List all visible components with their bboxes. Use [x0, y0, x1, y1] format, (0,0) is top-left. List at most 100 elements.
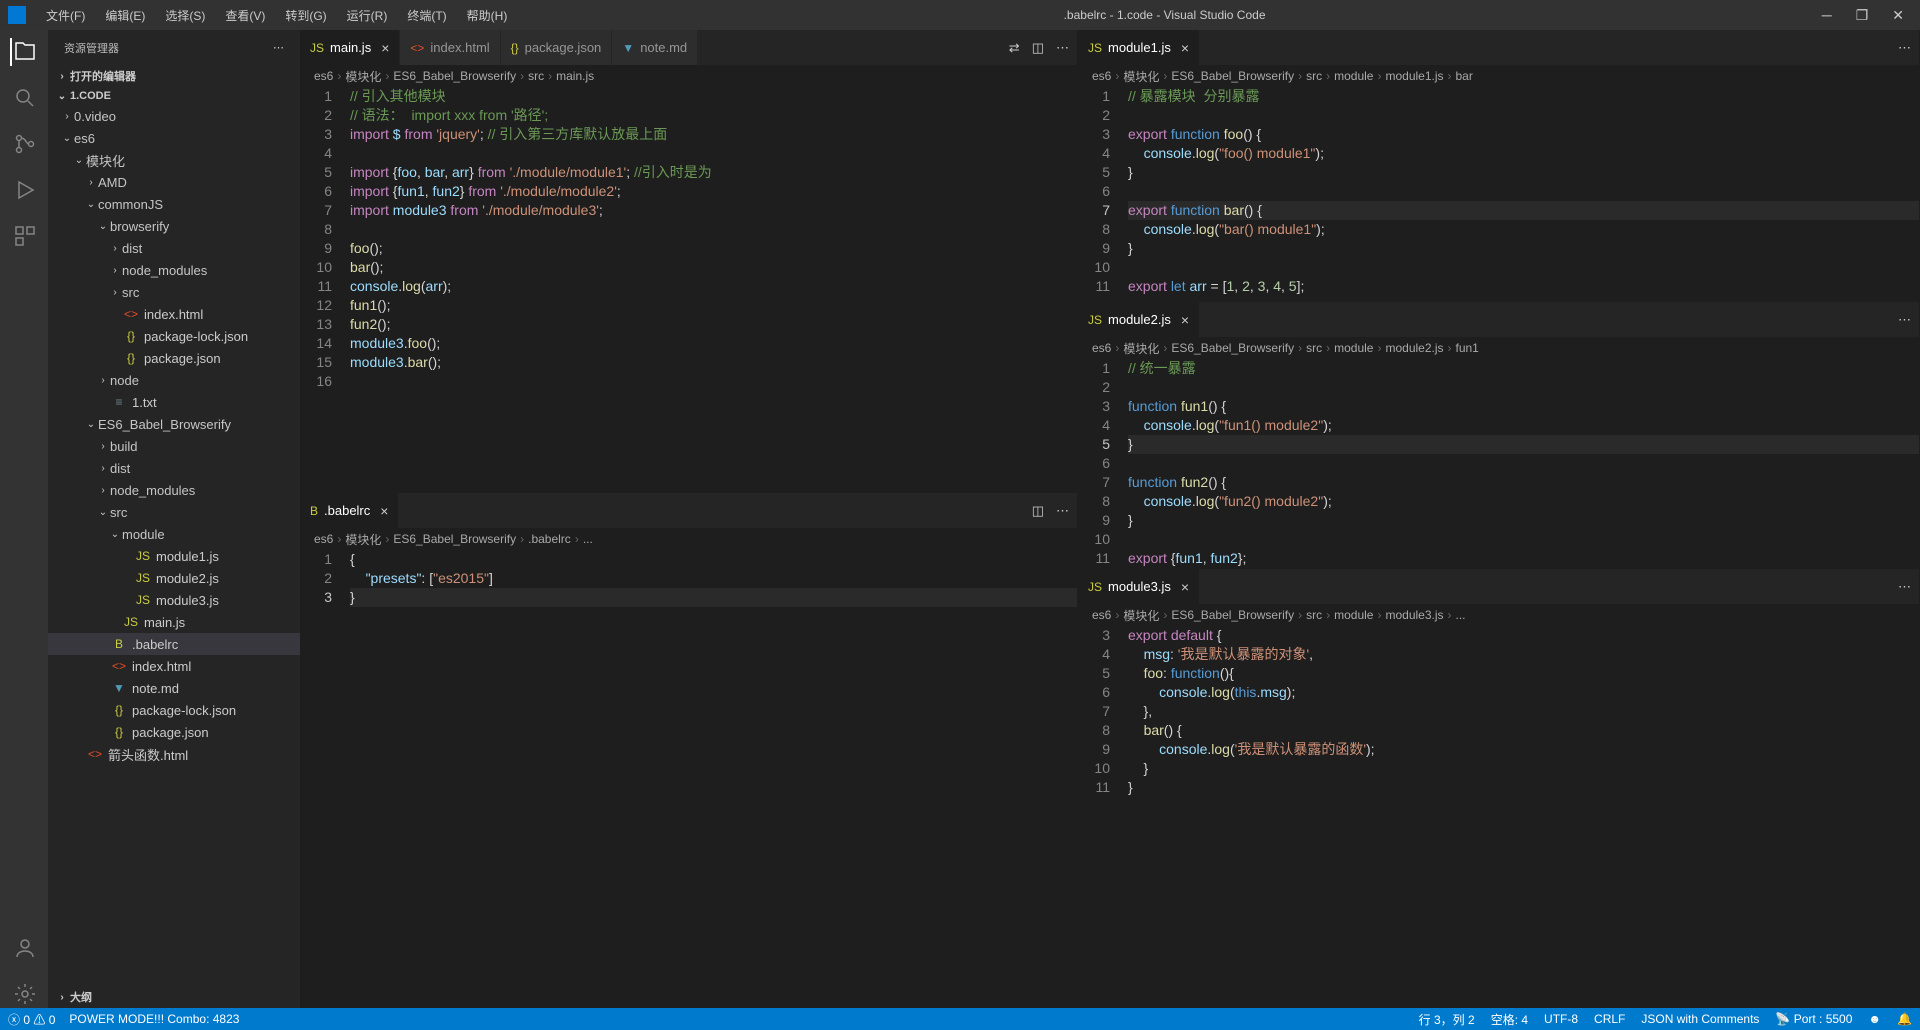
code-editor[interactable]: 1234567891011// 统一暴露 function fun1() { c… [1078, 359, 1919, 568]
close-icon[interactable]: × [1181, 40, 1189, 56]
more-icon[interactable]: ⋯ [1898, 40, 1911, 56]
explorer-icon[interactable] [10, 38, 38, 66]
breadcrumb[interactable]: es6›模块化›ES6_Babel_Browserify›.babelrc›..… [300, 528, 1077, 550]
tree-file[interactable]: ▼note.md [48, 677, 300, 699]
status-feedback-icon[interactable]: ☻ [1868, 1012, 1881, 1026]
tree-folder[interactable]: ⌄模块化 [48, 149, 300, 171]
tree-folder[interactable]: ⌄module [48, 523, 300, 545]
menu-item[interactable]: 编辑(E) [97, 3, 153, 28]
close-icon[interactable]: × [1181, 579, 1189, 595]
file-tree: ›0.video⌄es6⌄模块化›AMD⌄commonJS⌄browserify… [48, 105, 300, 986]
json-icon: {} [511, 41, 519, 55]
status-errors[interactable]: ⓧ 0 ⚠ 0 [8, 1011, 55, 1028]
html-icon: <> [410, 41, 424, 55]
code-editor[interactable]: 123 { "presets": ["es2015"]} [300, 550, 1077, 1008]
tab-module1[interactable]: JSmodule1.js× [1078, 30, 1200, 65]
tree-folder[interactable]: ›dist [48, 457, 300, 479]
tree-folder[interactable]: ⌄ES6_Babel_Browserify [48, 413, 300, 435]
status-eol[interactable]: CRLF [1594, 1012, 1625, 1026]
menu-item[interactable]: 查看(V) [217, 3, 273, 28]
settings-icon[interactable] [10, 980, 38, 1008]
tree-file[interactable]: {}package-lock.json [48, 325, 300, 347]
tree-file[interactable]: JSmain.js [48, 611, 300, 633]
status-line-col[interactable]: 行 3，列 2 [1419, 1011, 1475, 1028]
status-encoding[interactable]: UTF-8 [1544, 1012, 1578, 1026]
tab[interactable]: <>index.html [400, 30, 500, 65]
tree-file[interactable]: ≡1.txt [48, 391, 300, 413]
tree-folder[interactable]: ›node [48, 369, 300, 391]
tab[interactable]: JSmain.js× [300, 30, 400, 65]
tree-folder[interactable]: ›src [48, 281, 300, 303]
tree-folder[interactable]: ⌄browserify [48, 215, 300, 237]
tab-module2[interactable]: JSmodule2.js× [1078, 302, 1200, 337]
breadcrumb[interactable]: es6›模块化›ES6_Babel_Browserify›src›module›… [1078, 337, 1919, 359]
status-bell-icon[interactable]: 🔔 [1897, 1012, 1912, 1026]
more-icon[interactable]: ⋯ [1056, 503, 1069, 519]
md-icon: ▼ [622, 41, 634, 55]
status-bar: ⓧ 0 ⚠ 0 POWER MODE!!! Combo: 4823 行 3，列 … [0, 1008, 1920, 1030]
more-icon[interactable]: ⋯ [273, 41, 284, 54]
breadcrumb[interactable]: es6›模块化›ES6_Babel_Browserify›src›module›… [1078, 604, 1919, 626]
menu-item[interactable]: 终端(T) [399, 3, 454, 28]
status-spaces[interactable]: 空格: 4 [1491, 1011, 1528, 1028]
tree-folder[interactable]: ⌄src [48, 501, 300, 523]
menu-item[interactable]: 选择(S) [157, 3, 213, 28]
more-icon[interactable]: ⋯ [1056, 40, 1069, 56]
section-workspace[interactable]: ⌄1.CODE [48, 87, 300, 105]
tree-folder[interactable]: ›AMD [48, 171, 300, 193]
menu-item[interactable]: 文件(F) [38, 3, 93, 28]
breadcrumb[interactable]: es6›模块化›ES6_Babel_Browserify›src›module›… [1078, 65, 1919, 87]
code-editor[interactable]: 12345678910111213141516 // 引入其他模块// 语法： … [300, 87, 1077, 492]
tree-folder[interactable]: ⌄es6 [48, 127, 300, 149]
tab-babelrc[interactable]: B.babelrc× [300, 493, 399, 528]
tree-folder[interactable]: ›dist [48, 237, 300, 259]
split-icon[interactable]: ◫ [1032, 40, 1044, 56]
tree-file[interactable]: B.babelrc [48, 633, 300, 655]
close-icon[interactable]: × [381, 40, 389, 56]
section-open-editors[interactable]: ›打开的编辑器 [48, 65, 300, 87]
tree-file[interactable]: <>index.html [48, 303, 300, 325]
tree-file[interactable]: {}package.json [48, 347, 300, 369]
split-icon[interactable]: ◫ [1032, 503, 1044, 519]
tree-folder[interactable]: ›node_modules [48, 259, 300, 281]
minimize-icon[interactable]: ─ [1822, 7, 1832, 24]
tab-module3[interactable]: JSmodule3.js× [1078, 569, 1200, 604]
tree-file[interactable]: JSmodule3.js [48, 589, 300, 611]
run-debug-icon[interactable] [10, 176, 38, 204]
status-powermode[interactable]: POWER MODE!!! Combo: 4823 [69, 1012, 239, 1026]
extensions-icon[interactable] [10, 222, 38, 250]
tree-folder[interactable]: ⌄commonJS [48, 193, 300, 215]
close-icon[interactable]: × [380, 503, 388, 519]
more-icon[interactable]: ⋯ [1898, 579, 1911, 595]
menu-item[interactable]: 运行(R) [339, 3, 396, 28]
tab[interactable]: ▼note.md [612, 30, 698, 65]
editor-group-r3: JSmodule3.js× ⋯ es6›模块化›ES6_Babel_Browse… [1078, 569, 1920, 1008]
menu-item[interactable]: 转到(G) [277, 3, 334, 28]
tree-file[interactable]: JSmodule2.js [48, 567, 300, 589]
code-editor[interactable]: 34567891011export default { msg: '我是默认暴露… [1078, 626, 1919, 1007]
source-control-icon[interactable] [10, 130, 38, 158]
babel-icon: B [310, 504, 318, 518]
tree-folder[interactable]: ›build [48, 435, 300, 457]
breadcrumb[interactable]: es6›模块化›ES6_Babel_Browserify›src›main.js [300, 65, 1077, 87]
tree-file[interactable]: {}package-lock.json [48, 699, 300, 721]
close-icon[interactable]: ✕ [1892, 7, 1904, 24]
tree-folder[interactable]: ›node_modules [48, 479, 300, 501]
section-outline[interactable]: ›大纲 [48, 986, 300, 1008]
code-editor[interactable]: 1234567891011// 暴露模块 分别暴露 export functio… [1078, 87, 1919, 301]
status-liveserver[interactable]: 📡 Port : 5500 [1775, 1012, 1852, 1026]
tree-file[interactable]: <>index.html [48, 655, 300, 677]
tab[interactable]: {}package.json [501, 30, 613, 65]
tree-file[interactable]: JSmodule1.js [48, 545, 300, 567]
maximize-icon[interactable]: ❐ [1856, 7, 1869, 24]
tree-file[interactable]: {}package.json [48, 721, 300, 743]
account-icon[interactable] [10, 934, 38, 962]
tree-file[interactable]: <>箭头函数.html [48, 743, 300, 765]
menu-item[interactable]: 帮助(H) [459, 3, 516, 28]
close-icon[interactable]: × [1181, 312, 1189, 328]
tree-folder[interactable]: ›0.video [48, 105, 300, 127]
status-language[interactable]: JSON with Comments [1641, 1012, 1759, 1026]
search-icon[interactable] [10, 84, 38, 112]
compare-icon[interactable]: ⇄ [1009, 40, 1020, 56]
more-icon[interactable]: ⋯ [1898, 312, 1911, 328]
